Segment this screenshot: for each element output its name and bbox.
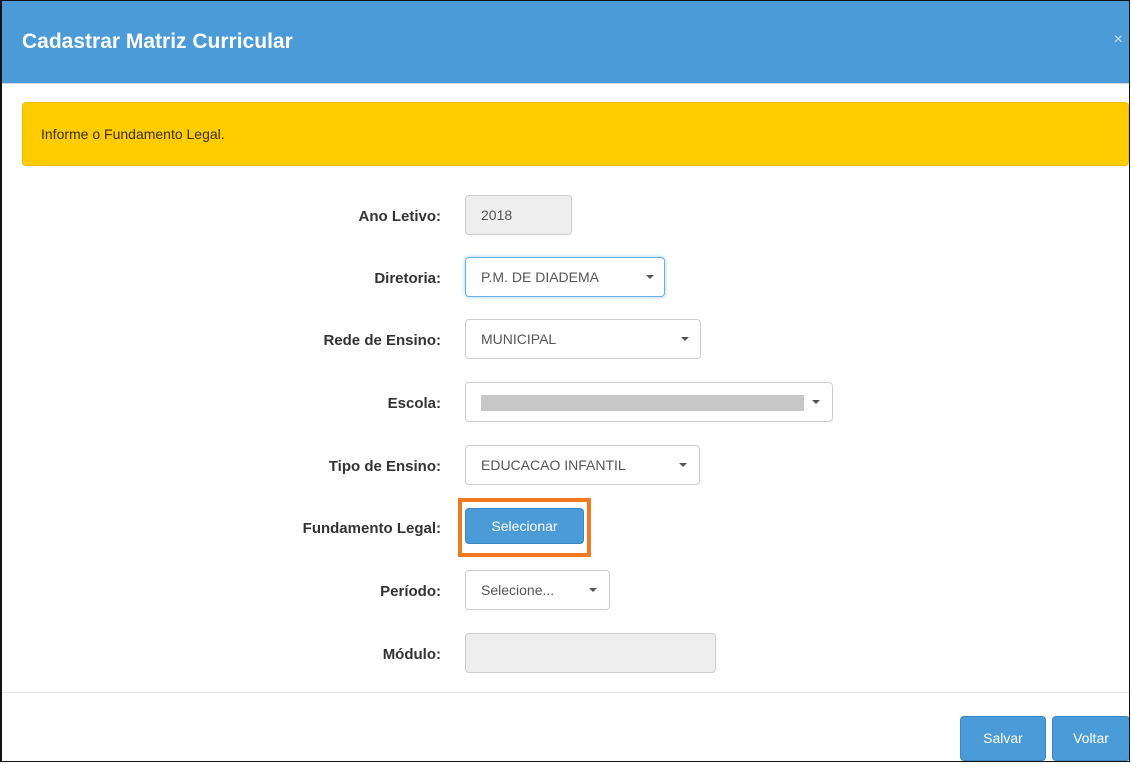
redacted-school-name [481, 395, 804, 411]
rede-ensino-select[interactable]: MUNICIPAL [465, 319, 701, 359]
diretoria-value: P.M. DE DIADEMA [481, 269, 599, 285]
chevron-down-icon [646, 275, 654, 279]
chevron-down-icon [589, 588, 597, 592]
periodo-value: Selecione... [481, 582, 555, 598]
footer-divider [2, 692, 1129, 693]
selecionar-button[interactable]: Selecionar [465, 508, 584, 544]
modal-dialog: Cadastrar Matriz Curricular × Informe o … [0, 0, 1130, 762]
chevron-down-icon [681, 337, 689, 341]
close-icon[interactable]: × [1114, 31, 1123, 49]
diretoria-label: Diretoria: [374, 270, 441, 287]
alert-message: Informe o Fundamento Legal. [41, 126, 225, 142]
warning-alert: Informe o Fundamento Legal. [22, 102, 1129, 166]
modal-header: Cadastrar Matriz Curricular × [2, 1, 1129, 84]
modulo-field [465, 633, 716, 673]
tipo-ensino-value: EDUCACAO INFANTIL [481, 457, 626, 473]
ano-letivo-field: 2018 [465, 195, 572, 235]
modal-title: Cadastrar Matriz Curricular [22, 30, 293, 53]
fundamento-legal-label: Fundamento Legal: [302, 520, 441, 537]
selecionar-button-label: Selecionar [491, 518, 558, 534]
rede-ensino-value: MUNICIPAL [481, 331, 557, 347]
escola-label: Escola: [387, 395, 441, 412]
diretoria-select[interactable]: P.M. DE DIADEMA [465, 257, 665, 297]
modulo-label: Módulo: [382, 646, 441, 663]
periodo-label: Período: [380, 583, 441, 600]
back-button[interactable]: Voltar [1052, 716, 1129, 761]
ano-letivo-label: Ano Letivo: [358, 208, 442, 225]
ano-letivo-value: 2018 [481, 207, 513, 223]
back-button-label: Voltar [1073, 730, 1109, 746]
chevron-down-icon [812, 400, 820, 404]
rede-ensino-label: Rede de Ensino: [323, 332, 441, 349]
save-button[interactable]: Salvar [960, 716, 1046, 761]
tipo-ensino-select[interactable]: EDUCACAO INFANTIL [465, 445, 700, 485]
periodo-select[interactable]: Selecione... [465, 570, 610, 610]
tipo-ensino-label: Tipo de Ensino: [328, 458, 441, 475]
save-button-label: Salvar [983, 730, 1023, 746]
chevron-down-icon [679, 463, 687, 467]
escola-select[interactable] [465, 382, 833, 422]
